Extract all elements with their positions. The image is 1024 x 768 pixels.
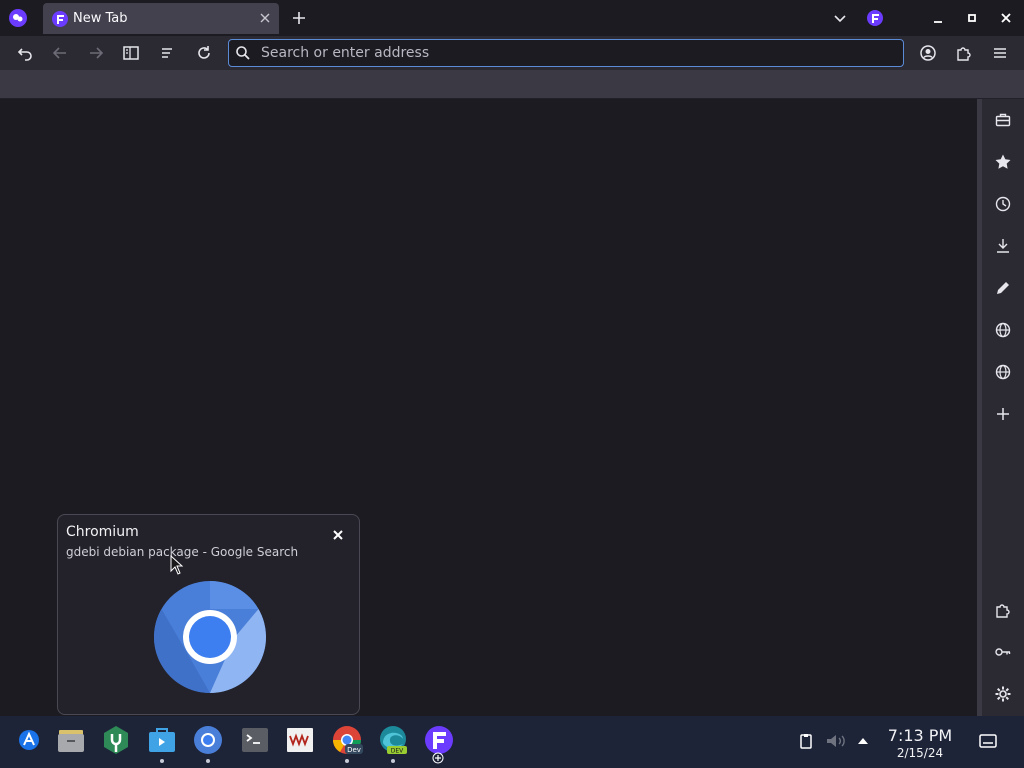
clock-time: 7:13 PM: [887, 726, 953, 745]
puzzle-icon[interactable]: [994, 601, 1012, 619]
mouse-cursor-icon: [170, 555, 184, 575]
sidebar-toggle-icon[interactable]: [122, 44, 140, 62]
search-icon: [235, 45, 251, 61]
history-icon[interactable]: [994, 195, 1012, 213]
launcher-icon[interactable]: [13, 724, 45, 756]
clock-date: 2/15/24: [896, 746, 944, 760]
plus-icon[interactable]: [994, 405, 1012, 423]
key-icon[interactable]: [994, 643, 1012, 661]
tab-list-icon[interactable]: [158, 44, 176, 62]
maximize-window-icon[interactable]: [963, 9, 981, 27]
navigation-toolbar: Search or enter address: [0, 36, 1024, 70]
extensions-puzzle-icon[interactable]: [955, 44, 973, 62]
reload-icon[interactable]: [195, 44, 213, 62]
floorp-favicon-icon: [52, 11, 68, 27]
close-window-icon[interactable]: [997, 9, 1015, 27]
clipboard-icon[interactable]: [797, 732, 815, 750]
window-preview-popup[interactable]: Chromium gdebi debian package - Google S…: [57, 514, 360, 715]
software-manager-icon[interactable]: [100, 724, 132, 756]
volume-muted-icon[interactable]: [825, 732, 847, 750]
forward-arrow-icon[interactable]: [87, 44, 105, 62]
globe-icon[interactable]: [994, 363, 1012, 381]
chrome-dev-icon[interactable]: Dev: [331, 724, 363, 756]
star-icon[interactable]: [994, 153, 1012, 171]
briefcase-icon[interactable]: [994, 111, 1012, 129]
notifications-icon[interactable]: [978, 731, 998, 751]
undo-close-tab-icon[interactable]: [16, 44, 34, 62]
bookmarks-toolbar: [0, 70, 1024, 99]
running-indicator: [391, 759, 395, 763]
pen-icon[interactable]: [994, 279, 1012, 297]
tab-list-chevron-down-icon[interactable]: [832, 10, 848, 26]
store-icon[interactable]: [146, 724, 178, 756]
terminal-icon[interactable]: [239, 724, 271, 756]
address-bar-placeholder: Search or enter address: [261, 45, 430, 61]
add-badge-icon: [432, 752, 444, 764]
files-icon[interactable]: [55, 724, 87, 756]
new-tab-plus-icon[interactable]: [291, 10, 307, 26]
clock[interactable]: 7:13 PM 2/15/24: [880, 726, 960, 760]
vm-app-icon[interactable]: [284, 724, 316, 756]
chromium-logo-icon: [153, 580, 267, 694]
account-icon[interactable]: [919, 44, 937, 62]
address-bar[interactable]: Search or enter address: [228, 39, 904, 67]
popup-close-icon[interactable]: [331, 528, 345, 542]
chromium-icon[interactable]: [192, 724, 224, 756]
minimize-window-icon[interactable]: [929, 9, 947, 27]
browser-sidebar: [982, 99, 1024, 716]
download-icon[interactable]: [994, 237, 1012, 255]
tab-new-tab[interactable]: New Tab: [43, 3, 279, 34]
running-indicator: [160, 759, 164, 763]
globe-icon[interactable]: [994, 321, 1012, 339]
tray-chevron-up-icon[interactable]: [856, 734, 870, 748]
popup-app-title: Chromium: [66, 524, 139, 540]
floorp-profile-icon[interactable]: [867, 10, 883, 26]
hamburger-menu-icon[interactable]: [991, 44, 1009, 62]
gear-icon[interactable]: [994, 685, 1012, 703]
svg-text:DEV: DEV: [391, 748, 404, 755]
tab-strip: New Tab: [0, 0, 1024, 36]
back-arrow-icon[interactable]: [51, 44, 69, 62]
svg-text:Dev: Dev: [347, 746, 361, 754]
floorp-menu-icon[interactable]: [8, 8, 28, 28]
taskbar: Dev DEV 7:13 PM 2/15/24: [0, 716, 1024, 768]
close-tab-icon[interactable]: [257, 10, 273, 26]
edge-dev-icon[interactable]: DEV: [377, 724, 409, 756]
running-indicator: [206, 759, 210, 763]
tab-title: New Tab: [73, 11, 128, 26]
running-indicator: [345, 759, 349, 763]
